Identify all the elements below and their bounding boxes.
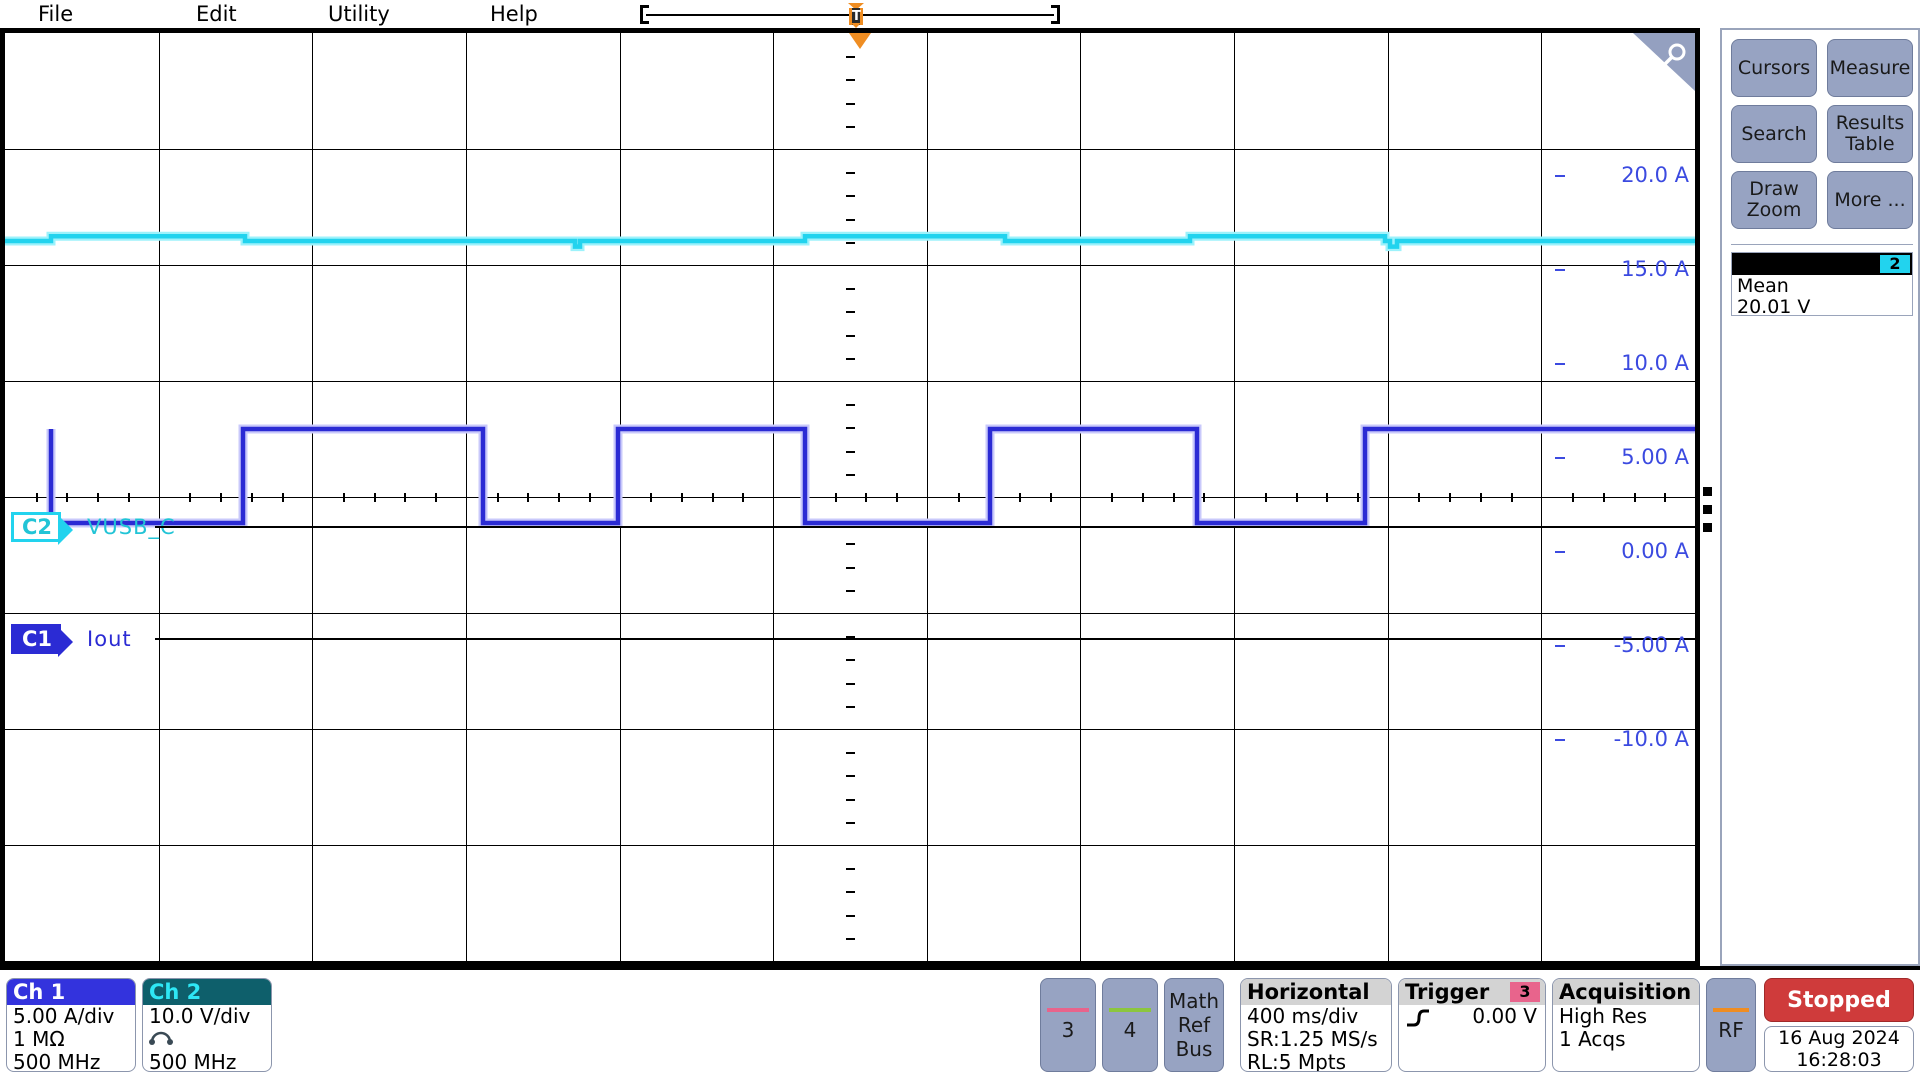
menu-bar: File Edit Utility Help T: [0, 0, 1920, 28]
run-status-button[interactable]: Stopped: [1764, 978, 1914, 1022]
ref-label: Ref: [1177, 1013, 1211, 1037]
menu-edit[interactable]: Edit: [196, 2, 237, 26]
ch3-color-bar: [1047, 1008, 1089, 1012]
horizontal-sample-rate: SR:1.25 MS/s: [1247, 1027, 1378, 1051]
axis-tick: [1555, 269, 1565, 271]
bottom-status-bar: Ch 1 5.00 A/div 1 MΩ 500 MHz Ch 2 10.0 V…: [0, 970, 1920, 1080]
overview-bracket-left: [640, 5, 649, 24]
menu-utility[interactable]: Utility: [328, 2, 390, 26]
overview-trigger-marker[interactable]: T: [845, 3, 867, 28]
magnifier-icon: [1662, 43, 1686, 67]
channel-3-button[interactable]: 3: [1040, 978, 1096, 1072]
ch1-title: Ch 1: [7, 979, 135, 1005]
trigger-source-chip: 3: [1510, 982, 1540, 1002]
measure-button[interactable]: Measure: [1827, 39, 1913, 97]
rf-label: RF: [1718, 1018, 1744, 1042]
right-side-panel: Cursors Measure Search Results Table Dra…: [1720, 28, 1920, 966]
ch2-scale: 10.0 V/div: [149, 1004, 251, 1028]
rf-button[interactable]: RF: [1706, 978, 1756, 1072]
acquisition-mode: High Res: [1559, 1004, 1648, 1028]
c2-tag: C2: [11, 512, 74, 545]
clock-display: 16 Aug 2024 16:28:03: [1764, 1026, 1914, 1072]
clock-time: 16:28:03: [1796, 1049, 1882, 1071]
ch4-label: 4: [1123, 1018, 1137, 1042]
channel-1-panel[interactable]: Ch 1 5.00 A/div 1 MΩ 500 MHz: [6, 978, 136, 1072]
measurement-channel-chip: 2: [1880, 255, 1910, 273]
more-button[interactable]: More ...: [1827, 171, 1913, 229]
waveform-canvas: [5, 231, 1695, 528]
acquisition-title: Acquisition: [1553, 979, 1699, 1005]
menu-file[interactable]: File: [38, 2, 73, 26]
channel-4-button[interactable]: 4: [1102, 978, 1158, 1072]
probe-icon: [149, 1031, 173, 1045]
trigger-level-row: 0.00 V: [1399, 1005, 1545, 1031]
ch2-bandwidth: 500 MHz: [149, 1050, 237, 1072]
ch1-scale: 5.00 A/div: [13, 1004, 115, 1028]
ch3-label: 3: [1061, 1018, 1075, 1042]
horizontal-panel[interactable]: Horizontal 400 ms/div SR:1.25 MS/s RL:5 …: [1240, 978, 1392, 1072]
horizontal-scale: 400 ms/div: [1247, 1004, 1359, 1028]
ch1-bandwidth: 500 MHz: [13, 1050, 101, 1072]
measurement-name: Mean: [1737, 275, 1789, 297]
c1-lead-line: [155, 638, 1695, 640]
axis-tick: [1555, 457, 1565, 459]
axis-tick: [1555, 739, 1565, 741]
rising-edge-icon: [1407, 1009, 1429, 1026]
ch2-title: Ch 2: [143, 979, 271, 1005]
clock-date: 16 Aug 2024: [1778, 1027, 1900, 1049]
plot-area[interactable]: C2 VUSB_C C1 Iout 20.0 A 15.0 A 10.0 A 5.00…: [5, 33, 1695, 961]
overview-bracket-right: [1051, 5, 1060, 24]
trace-vusbc: [5, 231, 1695, 252]
vertical-drag-handle[interactable]: [1703, 487, 1715, 533]
draw-zoom-button[interactable]: Draw Zoom: [1731, 171, 1817, 229]
zoom-overview-bar[interactable]: T: [640, 3, 1060, 28]
axis-label: 20.0 A: [1621, 163, 1689, 187]
waveform-graticule[interactable]: C2 VUSB_C C1 Iout 20.0 A 15.0 A 10.0 A 5.00…: [0, 28, 1700, 966]
rf-color-bar: [1713, 1008, 1749, 1012]
axis-tick: [1555, 363, 1565, 365]
horizontal-title: Horizontal: [1241, 979, 1391, 1005]
measurement-header: 2: [1732, 253, 1912, 275]
measurement-value: 20.01 V: [1737, 296, 1811, 318]
axis-tick: [1555, 645, 1565, 647]
channel-marker-c2[interactable]: C2 VUSB_C: [11, 512, 176, 545]
c1-tag: C1: [11, 624, 74, 657]
channel-marker-c1[interactable]: C1 Iout: [11, 624, 132, 657]
axis-tick: [1555, 175, 1565, 177]
math-ref-bus-button[interactable]: Math Ref Bus: [1164, 978, 1224, 1072]
trigger-title-text: Trigger: [1405, 980, 1490, 1004]
menu-help[interactable]: Help: [490, 2, 538, 26]
trigger-panel[interactable]: Trigger 3 0.00 V: [1398, 978, 1546, 1072]
axis-label: -10.0 A: [1613, 727, 1689, 751]
trigger-title: Trigger 3: [1399, 979, 1545, 1005]
acquisition-panel[interactable]: Acquisition High Res 1 Acqs: [1552, 978, 1700, 1072]
trigger-level: 0.00 V: [1472, 1004, 1537, 1028]
results-table-button[interactable]: Results Table: [1827, 105, 1913, 163]
measurement-body: Mean 20.01 V: [1737, 276, 1810, 318]
panel-divider: [1731, 244, 1913, 245]
axis-tick: [1555, 551, 1565, 553]
channel-2-panel[interactable]: Ch 2 10.0 V/div 500 MHz: [142, 978, 272, 1072]
trigger-position-arrow-icon[interactable]: [849, 33, 871, 49]
trace-iout: [46, 424, 1695, 528]
axis-label: 10.0 A: [1621, 351, 1689, 375]
math-label: Math: [1168, 989, 1220, 1013]
horizontal-record-length: RL:5 Mpts: [1247, 1050, 1347, 1072]
c1-label: Iout: [87, 627, 132, 651]
acquisition-count: 1 Acqs: [1559, 1027, 1626, 1051]
axis-label: 0.00 A: [1621, 539, 1689, 563]
ch1-impedance: 1 MΩ: [13, 1027, 65, 1051]
zoom-corner-badge[interactable]: [1633, 33, 1695, 91]
search-button[interactable]: Search: [1731, 105, 1817, 163]
cursors-button[interactable]: Cursors: [1731, 39, 1817, 97]
bus-label: Bus: [1175, 1037, 1213, 1061]
ch4-color-bar: [1109, 1008, 1151, 1012]
ch2-probe-row: [143, 1028, 271, 1051]
measurement-badge[interactable]: 2 Mean 20.01 V: [1731, 252, 1913, 318]
axis-label: -5.00 A: [1613, 633, 1689, 657]
c2-lead-line: [155, 526, 1695, 528]
axis-label: 5.00 A: [1621, 445, 1689, 469]
axis-label: 15.0 A: [1621, 257, 1689, 281]
